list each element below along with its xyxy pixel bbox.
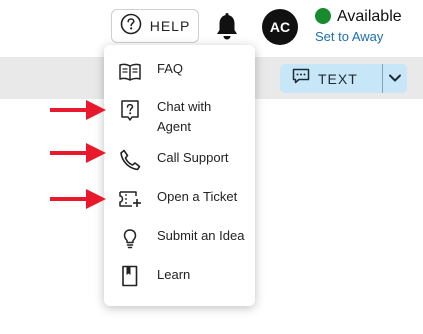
menu-item-label: Call Support — [157, 150, 229, 165]
ticket-plus-icon — [118, 187, 142, 211]
avatar-initials: AC — [269, 19, 291, 35]
message-icon — [292, 68, 310, 89]
annotation-arrow-chat — [50, 100, 106, 120]
text-options-dropdown[interactable] — [383, 64, 407, 93]
phone-icon — [118, 148, 142, 172]
menu-item-submit-an-idea[interactable]: Submit an Idea — [104, 224, 255, 252]
notification-bell-icon[interactable] — [214, 12, 240, 42]
user-avatar[interactable]: AC — [262, 9, 298, 45]
menu-item-label: Open a Ticket — [157, 189, 238, 204]
lightbulb-icon — [118, 227, 142, 251]
help-question-icon — [120, 13, 142, 40]
chat-question-icon — [118, 99, 142, 123]
presence-status-dot — [315, 8, 331, 24]
bookmark-book-icon — [118, 264, 142, 288]
menu-item-label: Chat with Agent — [157, 99, 212, 134]
menu-item-label: Learn — [157, 267, 191, 282]
annotation-arrow-ticket — [50, 189, 106, 209]
help-dropdown-menu: FAQ Chat with Agent Call Support Open a … — [104, 45, 255, 306]
chevron-down-icon — [388, 70, 402, 88]
text-button-group: TEXT — [280, 64, 407, 93]
presence-status-label: Available — [337, 8, 402, 25]
menu-item-label: FAQ — [157, 61, 184, 76]
help-label: HELP — [149, 18, 191, 34]
help-button[interactable]: HELP — [111, 9, 199, 43]
menu-item-label: Submit an Idea — [157, 228, 245, 243]
menu-item-chat-with-agent[interactable]: Chat with Agent — [104, 97, 255, 139]
annotation-arrow-call — [50, 143, 106, 163]
menu-item-faq[interactable]: FAQ — [104, 57, 255, 85]
book-icon — [118, 60, 142, 84]
menu-item-call-support[interactable]: Call Support — [104, 146, 255, 174]
text-button[interactable]: TEXT — [280, 64, 382, 93]
menu-item-learn[interactable]: Learn — [104, 263, 255, 291]
set-to-away-link[interactable]: Set to Away — [315, 29, 383, 44]
menu-item-open-a-ticket[interactable]: Open a Ticket — [104, 185, 255, 213]
text-button-label: TEXT — [318, 70, 358, 87]
